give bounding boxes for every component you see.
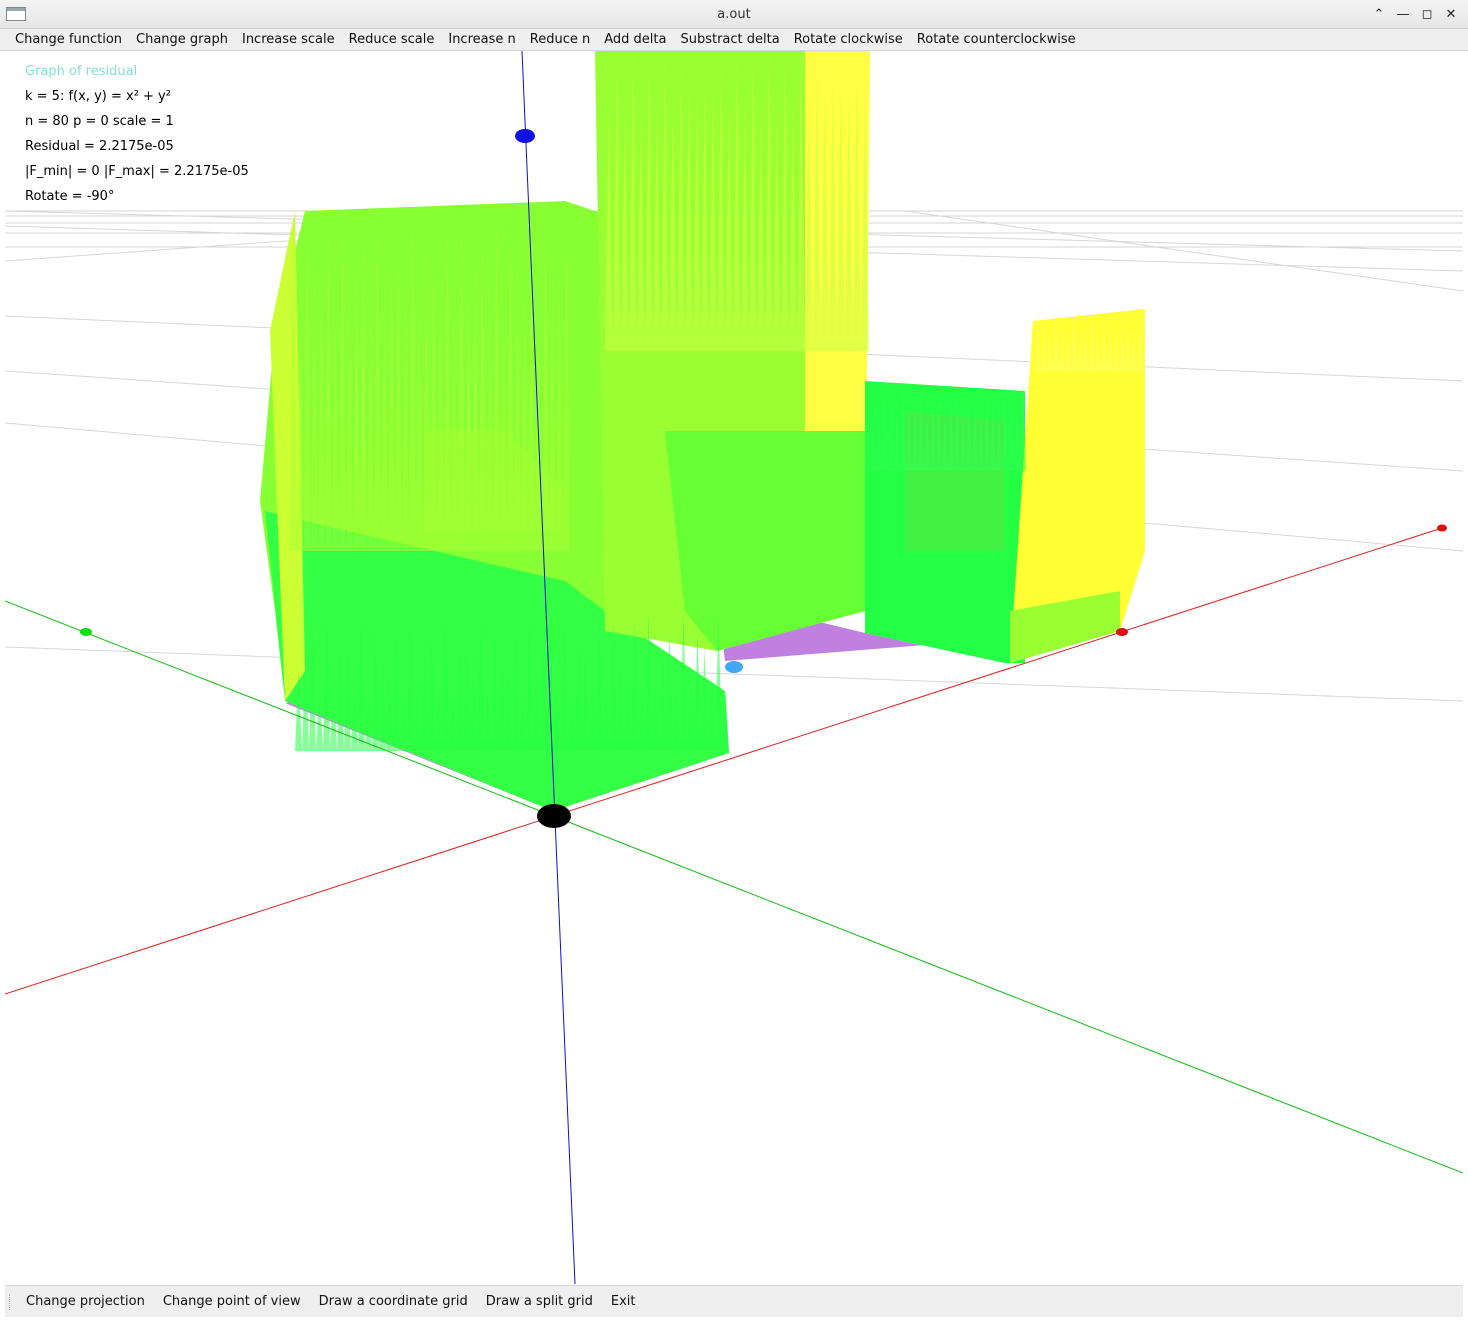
menu-bar: Change function Change graph Increase sc… bbox=[0, 29, 1468, 51]
title-bar: a.out ⌃ — ◻ ✕ bbox=[0, 0, 1468, 29]
menu-change-function[interactable]: Change function bbox=[8, 29, 129, 50]
z-axis-point bbox=[515, 129, 535, 143]
function-label: k = 5: f(x, y) = x² + y² bbox=[25, 89, 171, 104]
window-title: a.out bbox=[717, 7, 751, 22]
params-label: n = 80 p = 0 scale = 1 bbox=[25, 114, 174, 129]
bottom-toolbar: Change projection Change point of view D… bbox=[5, 1285, 1463, 1317]
graph-canvas[interactable]: Graph of residual k = 5: f(x, y) = x² + … bbox=[5, 51, 1463, 1284]
menu-increase-n[interactable]: Increase n bbox=[441, 29, 522, 50]
menu-reduce-n[interactable]: Reduce n bbox=[523, 29, 597, 50]
x-axis-point bbox=[1116, 628, 1128, 636]
minimize-icon[interactable]: — bbox=[1394, 5, 1412, 23]
graph-caption: Graph of residual bbox=[25, 64, 138, 79]
y-axis-point bbox=[80, 628, 92, 636]
y-axis-line bbox=[5, 600, 1463, 1174]
x-axis-far-point bbox=[1437, 524, 1447, 532]
change-projection-button[interactable]: Change projection bbox=[17, 1286, 154, 1317]
menu-add-delta[interactable]: Add delta bbox=[597, 29, 673, 50]
toolbar-grip-icon[interactable] bbox=[9, 1294, 13, 1310]
menu-change-graph[interactable]: Change graph bbox=[129, 29, 235, 50]
maximize-icon[interactable]: ◻ bbox=[1418, 5, 1436, 23]
residual-label: Residual = 2.2175e-05 bbox=[25, 139, 174, 154]
close-icon[interactable]: ✕ bbox=[1442, 5, 1460, 23]
origin-point bbox=[537, 804, 571, 828]
exit-button[interactable]: Exit bbox=[602, 1286, 645, 1317]
menu-increase-scale[interactable]: Increase scale bbox=[235, 29, 342, 50]
graph-svg bbox=[5, 51, 1463, 1284]
surface-right-block bbox=[1010, 309, 1145, 663]
rotate-label: Rotate = -90° bbox=[25, 189, 115, 204]
menu-substract-delta[interactable]: Substract delta bbox=[673, 29, 786, 50]
fminmax-label: |F_min| = 0 |F_max| = 2.2175e-05 bbox=[25, 164, 249, 179]
view-point bbox=[725, 661, 743, 673]
change-point-of-view-button[interactable]: Change point of view bbox=[154, 1286, 310, 1317]
shade-icon[interactable]: ⌃ bbox=[1370, 5, 1388, 23]
draw-coordinate-grid-button[interactable]: Draw a coordinate grid bbox=[310, 1286, 477, 1317]
draw-split-grid-button[interactable]: Draw a split grid bbox=[477, 1286, 602, 1317]
menu-reduce-scale[interactable]: Reduce scale bbox=[342, 29, 442, 50]
menu-rotate-counterclockwise[interactable]: Rotate counterclockwise bbox=[910, 29, 1083, 50]
menu-rotate-clockwise[interactable]: Rotate clockwise bbox=[787, 29, 910, 50]
